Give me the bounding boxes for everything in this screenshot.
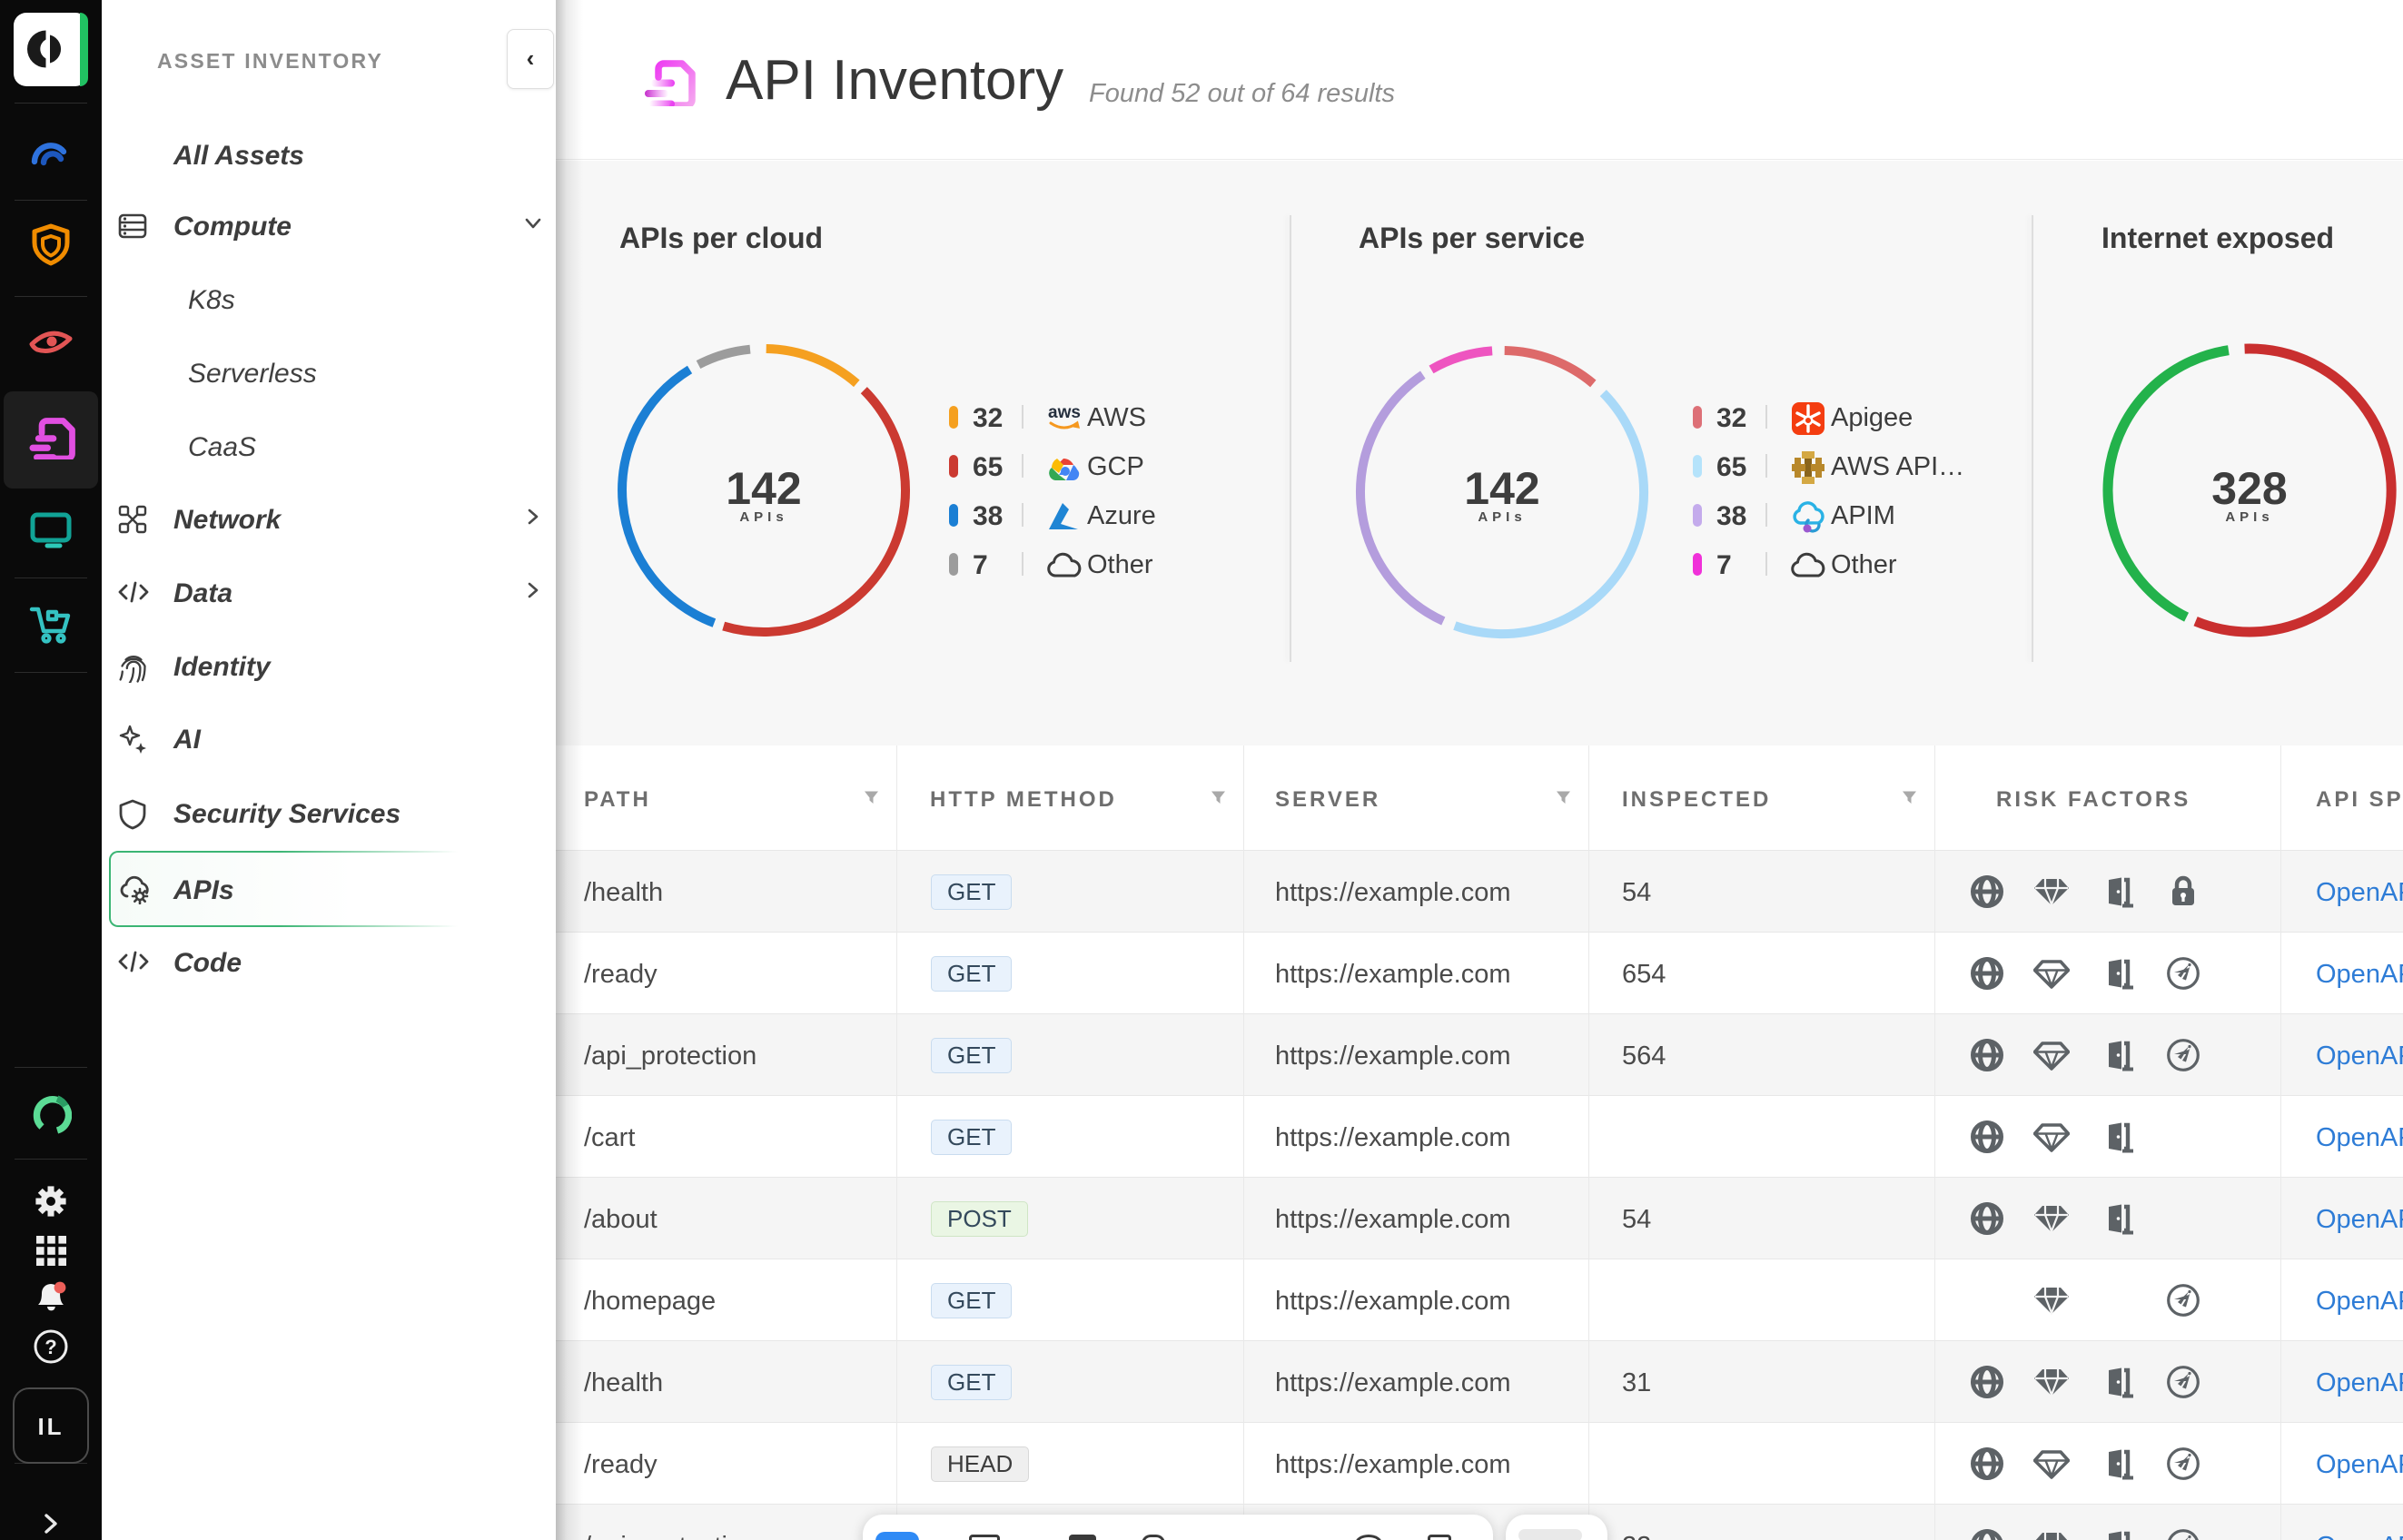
svg-text:aws: aws [1048,403,1081,422]
svg-text:?: ? [44,1336,56,1358]
